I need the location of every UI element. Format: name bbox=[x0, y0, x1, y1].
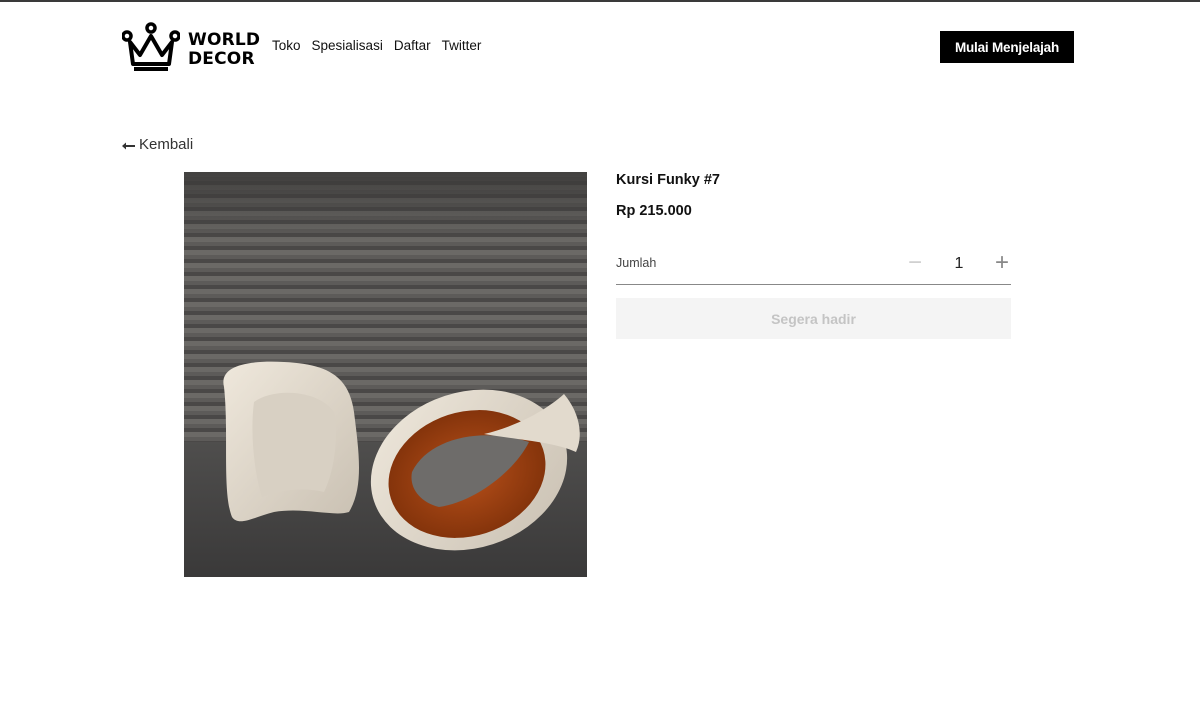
top-border bbox=[0, 0, 1200, 2]
plus-icon[interactable]: + bbox=[992, 248, 1012, 278]
product-price: Rp 215.000 bbox=[616, 203, 692, 219]
coming-soon-button[interactable]: Segera hadir bbox=[616, 298, 1011, 339]
quantity-label: Jumlah bbox=[616, 256, 657, 270]
brand-wordmark: WORLD DECOR bbox=[188, 29, 261, 69]
start-exploring-button[interactable]: Mulai Menjelajah bbox=[940, 31, 1074, 63]
brand-logo[interactable]: WORLD DECOR bbox=[121, 22, 261, 77]
main-nav: Toko Spesialisasi Daftar Twitter bbox=[272, 38, 481, 53]
minus-icon[interactable]: − bbox=[905, 248, 925, 278]
back-label: Kembali bbox=[139, 136, 194, 153]
crown-icon bbox=[121, 22, 181, 77]
brand-line-1: WORLD bbox=[188, 29, 261, 50]
product-image bbox=[184, 172, 587, 577]
quantity-stepper: Jumlah − 1 + bbox=[616, 248, 1011, 285]
nav-item-daftar[interactable]: Daftar bbox=[394, 38, 431, 53]
arrow-left-icon bbox=[122, 137, 135, 153]
brand-line-2: DECOR bbox=[188, 48, 255, 69]
nav-item-twitter[interactable]: Twitter bbox=[442, 38, 482, 53]
nav-item-spesialisasi[interactable]: Spesialisasi bbox=[312, 38, 383, 53]
back-link[interactable]: Kembali bbox=[122, 136, 193, 153]
product-title: Kursi Funky #7 bbox=[616, 172, 720, 188]
quantity-value[interactable]: 1 bbox=[947, 248, 971, 280]
nav-item-toko[interactable]: Toko bbox=[272, 38, 301, 53]
